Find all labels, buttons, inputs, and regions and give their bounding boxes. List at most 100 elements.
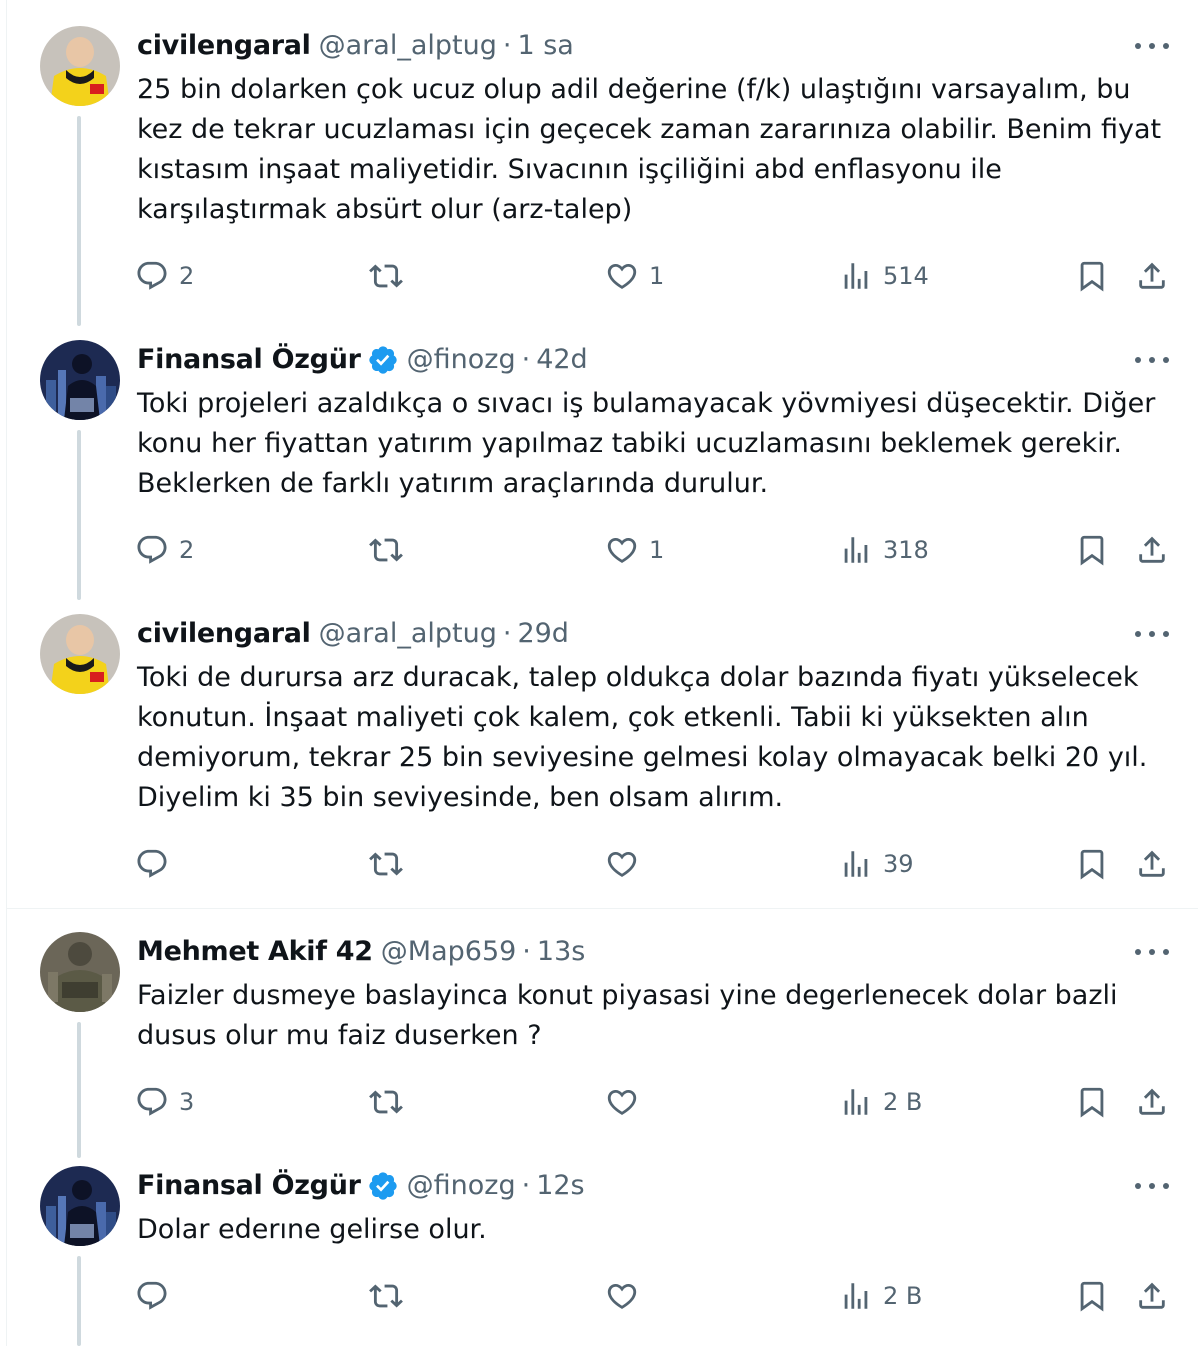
view-count: 318 — [883, 536, 929, 564]
share-button[interactable] — [1135, 254, 1169, 298]
avatar-finansal-ozgur[interactable] — [40, 1166, 120, 1246]
bookmark-icon — [1080, 535, 1104, 566]
separator-dot: · — [502, 30, 512, 61]
reply-count: 2 — [179, 262, 195, 290]
more-icon[interactable] — [1135, 354, 1169, 366]
heart-icon — [607, 851, 637, 877]
bookmark-icon — [1080, 849, 1104, 880]
heart-icon — [607, 537, 637, 563]
conversation-thread: civilengaral @aral_alptug · 1 sa 25 bin … — [6, 0, 1198, 1346]
more-icon[interactable] — [1135, 628, 1169, 640]
views-button[interactable]: 318 — [839, 528, 929, 572]
views-button[interactable]: 2 B — [839, 1274, 922, 1318]
tweet-text: 25 bin dolarken çok ucuz olup adil değer… — [137, 74, 1162, 225]
avatar-civilengaral[interactable] — [40, 614, 120, 694]
share-button[interactable] — [1135, 528, 1169, 572]
author-handle[interactable]: @aral_alptug — [319, 614, 497, 654]
author-name[interactable]: civilengaral — [137, 614, 311, 654]
view-count: 514 — [883, 262, 929, 290]
avatar-image — [40, 340, 120, 420]
views-button[interactable]: 514 — [839, 254, 929, 298]
avatar-mehmet-akif[interactable] — [40, 932, 120, 1012]
tweet-4[interactable]: Mehmet Akif 42 @Map659 · 13s Faizler dus… — [7, 932, 1198, 1162]
separator-dot: · — [502, 618, 512, 649]
retweet-button[interactable] — [369, 528, 403, 572]
bookmark-button[interactable] — [1075, 842, 1109, 886]
retweet-button[interactable] — [369, 1080, 403, 1124]
avatar-civilengaral[interactable] — [40, 26, 120, 106]
like-button[interactable] — [605, 1274, 649, 1318]
like-count: 1 — [649, 262, 665, 290]
tweet-text: Toki de durursa arz duracak, talep olduk… — [137, 662, 1148, 813]
author-handle[interactable]: @Map659 — [381, 932, 517, 972]
author-name[interactable]: Mehmet Akif 42 — [137, 932, 373, 972]
more-icon[interactable] — [1135, 40, 1169, 52]
share-icon — [1139, 850, 1165, 877]
timestamp[interactable]: 12s — [536, 1166, 584, 1206]
views-chart-icon — [844, 1283, 868, 1309]
reply-button[interactable]: 2 — [135, 528, 194, 572]
like-button[interactable]: 1 — [605, 254, 664, 298]
share-icon — [1139, 1088, 1165, 1115]
bookmark-button[interactable] — [1075, 254, 1109, 298]
reply-button[interactable]: 2 — [135, 254, 194, 298]
heart-icon — [607, 263, 637, 289]
reply-icon — [137, 1281, 167, 1310]
tweet-1[interactable]: civilengaral @aral_alptug · 1 sa 25 bin … — [7, 26, 1198, 331]
retweet-button[interactable] — [369, 1274, 403, 1318]
tweet-text: Faizler dusmeye baslayinca konut piyasas… — [137, 980, 1118, 1051]
bookmark-icon — [1080, 1087, 1104, 1118]
author-name[interactable]: Finansal Özgür — [137, 340, 361, 380]
more-icon[interactable] — [1135, 946, 1169, 958]
bookmark-button[interactable] — [1075, 528, 1109, 572]
like-button[interactable] — [605, 842, 649, 886]
reply-icon — [137, 535, 167, 564]
tweet-text: Dolar ederıne gelirse olur. — [137, 1214, 487, 1245]
share-button[interactable] — [1135, 1274, 1169, 1318]
retweet-icon — [369, 538, 403, 562]
tweet-actions: 39 — [7, 842, 1198, 886]
like-button[interactable] — [605, 1080, 649, 1124]
more-icon[interactable] — [1135, 1180, 1169, 1192]
share-icon — [1139, 262, 1165, 289]
author-name[interactable]: Finansal Özgür — [137, 1166, 361, 1206]
views-button[interactable]: 2 B — [839, 1080, 922, 1124]
tweet-actions: 2 1 318 — [7, 528, 1198, 572]
timestamp[interactable]: 29d — [517, 614, 569, 654]
avatar-image — [40, 26, 120, 106]
bookmark-button[interactable] — [1075, 1080, 1109, 1124]
tweet-text: Toki projeleri azaldıkça o sıvacı iş bul… — [137, 388, 1156, 499]
view-count: 39 — [883, 850, 914, 878]
author-handle[interactable]: @aral_alptug — [319, 26, 497, 66]
reply-icon — [137, 1087, 167, 1116]
author-handle[interactable]: @finozg — [407, 1166, 516, 1206]
view-count: 2 B — [883, 1282, 923, 1310]
tweet-5[interactable]: Finansal Özgür @finozg · 12s Dolar ederı… — [7, 1166, 1198, 1346]
bookmark-button[interactable] — [1075, 1274, 1109, 1318]
reply-count: 2 — [179, 536, 195, 564]
timestamp[interactable]: 1 sa — [517, 26, 573, 66]
author-handle[interactable]: @finozg — [407, 340, 516, 380]
verified-badge-icon — [367, 1170, 399, 1202]
reply-button[interactable] — [135, 842, 179, 886]
share-button[interactable] — [1135, 842, 1169, 886]
retweet-button[interactable] — [369, 254, 403, 298]
timestamp[interactable]: 13s — [537, 932, 585, 972]
avatar-image — [40, 932, 120, 1012]
verified-badge-icon — [367, 344, 399, 376]
retweet-button[interactable] — [369, 842, 403, 886]
tweet-2[interactable]: Finansal Özgür @finozg · 42d Toki projel… — [7, 340, 1198, 605]
like-button[interactable]: 1 — [605, 528, 664, 572]
tweet-3[interactable]: civilengaral @aral_alptug · 29d Toki de … — [7, 614, 1198, 904]
views-button[interactable]: 39 — [839, 842, 914, 886]
timestamp[interactable]: 42d — [536, 340, 588, 380]
tweet-actions: 2 B — [7, 1274, 1198, 1318]
reply-button[interactable]: 3 — [135, 1080, 194, 1124]
avatar-finansal-ozgur[interactable] — [40, 340, 120, 420]
bookmark-icon — [1080, 1281, 1104, 1312]
author-name[interactable]: civilengaral — [137, 26, 311, 66]
separator-dot: · — [521, 1170, 531, 1201]
share-button[interactable] — [1135, 1080, 1169, 1124]
bookmark-icon — [1080, 261, 1104, 292]
reply-button[interactable] — [135, 1274, 179, 1318]
